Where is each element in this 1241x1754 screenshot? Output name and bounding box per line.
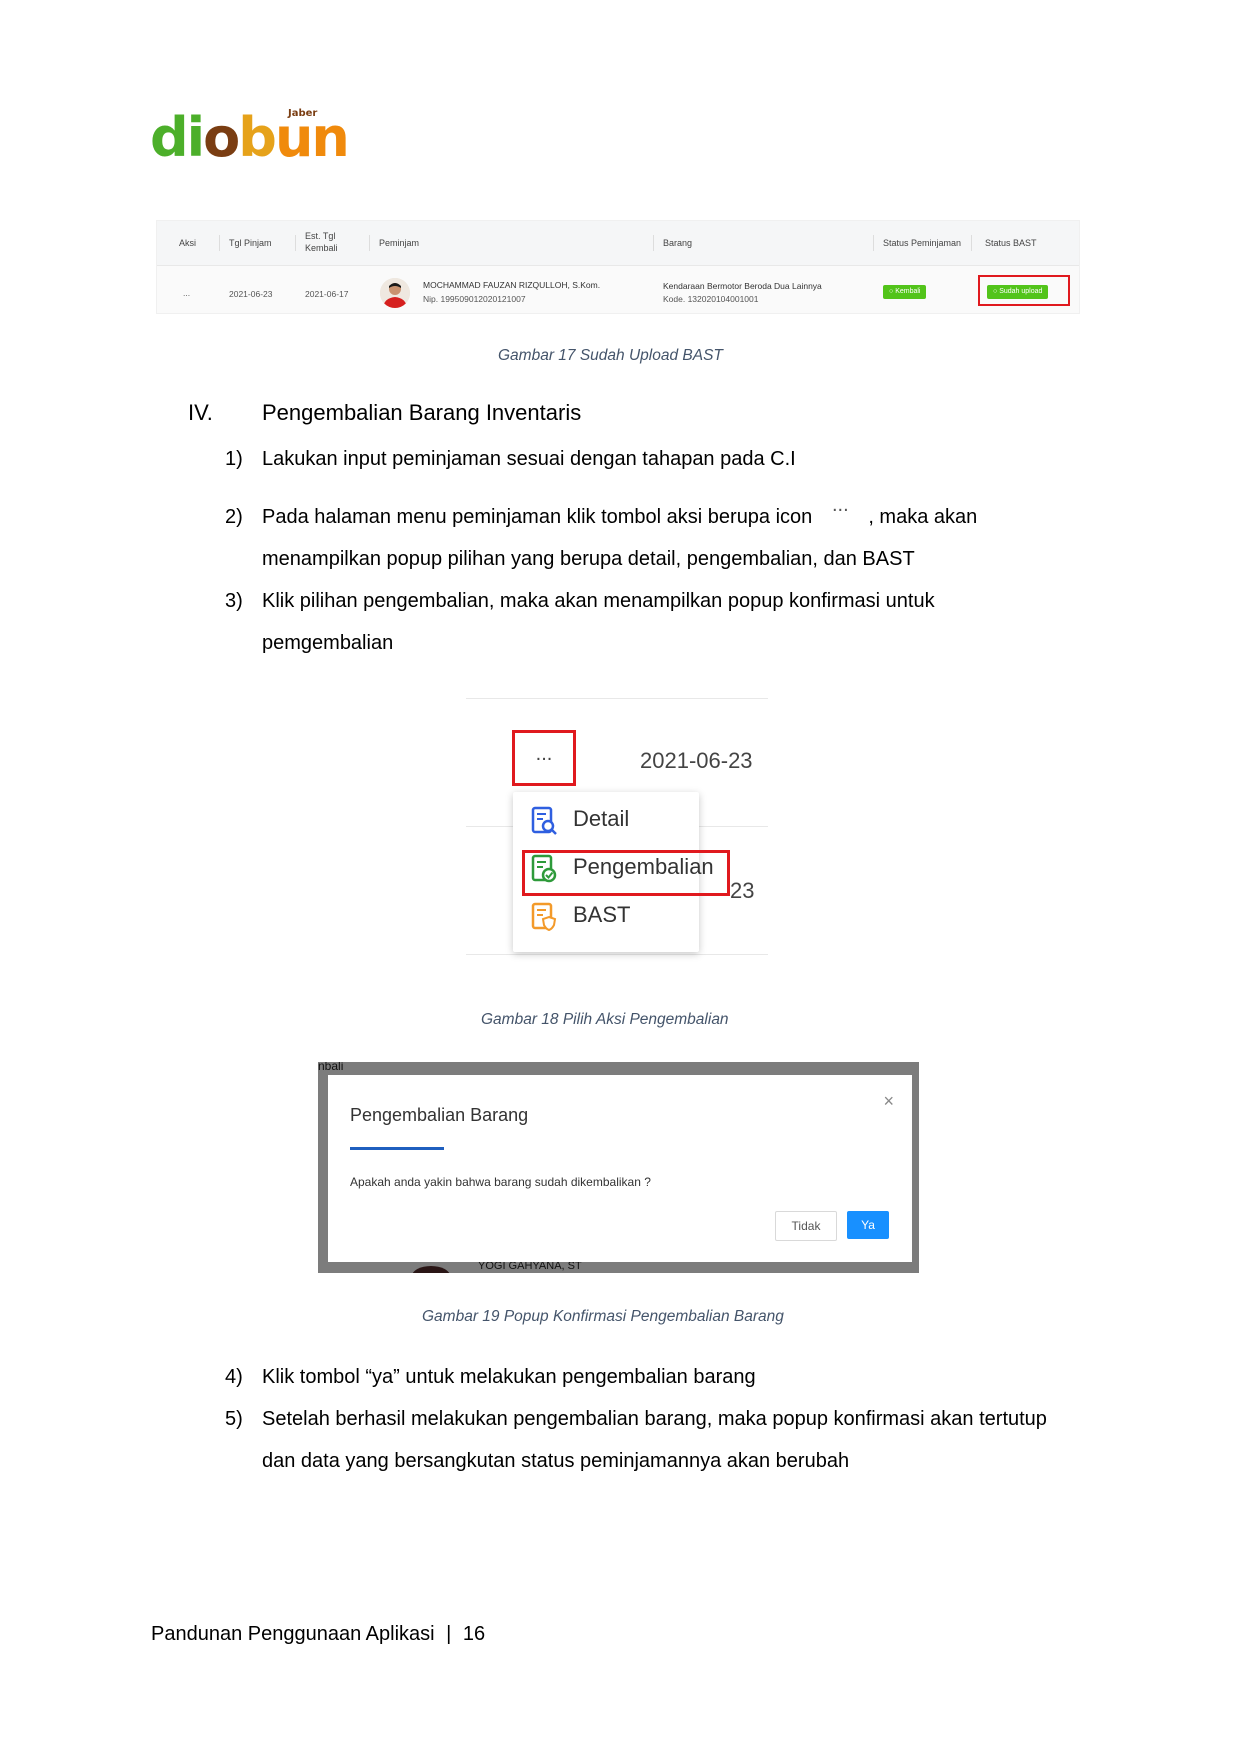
cell-date: 2021-06-23	[640, 748, 753, 773]
figure-19-confirm-popup: nbali YOGI GAHYANA, ST × Pengembalian Ba…	[318, 1062, 919, 1273]
footer-title: Pandunan Penggunaan Aplikasi	[151, 1623, 435, 1645]
column-divider	[971, 235, 972, 251]
logo-tag: Jaber	[288, 108, 318, 119]
column-divider	[295, 235, 296, 251]
logo-letter: d	[150, 106, 189, 169]
step-text: dan data yang bersangkutan status peminj…	[262, 1450, 850, 1472]
figure-17-caption: Gambar 17 Sudah Upload BAST	[498, 347, 723, 364]
column-divider	[369, 235, 370, 251]
step-text: Lakukan input peminjaman sesuai dengan t…	[262, 448, 796, 470]
avatar	[412, 1266, 450, 1273]
logo-letter: b	[238, 106, 277, 169]
app-logo: diobun Jaber	[150, 106, 350, 169]
page-number: 16	[462, 1623, 486, 1645]
step-number: 1)	[225, 448, 243, 470]
step-text: Setelah berhasil melakukan pengembalian …	[262, 1408, 1047, 1430]
modal-title: Pengembalian Barang	[350, 1105, 529, 1125]
section-title: Pengembalian Barang Inventaris	[262, 400, 582, 425]
cancel-button[interactable]: Tidak	[775, 1211, 837, 1241]
cell-peminjam-nip: Nip. 199509012020121007	[423, 294, 526, 304]
footer-separator: |	[446, 1623, 452, 1645]
title-underline	[350, 1147, 444, 1150]
th-est-tgl-kembali: Est. Tgl Kembali	[305, 231, 338, 253]
cell-est-tgl-kembali: 2021-06-17	[305, 289, 349, 299]
more-icon: ...	[535, 743, 553, 765]
confirm-button[interactable]: Ya	[847, 1211, 889, 1239]
step-text: menampilkan popup pilihan yang berupa de…	[262, 548, 915, 570]
divider	[466, 954, 768, 955]
highlight-box	[522, 850, 730, 896]
th-status-bast: Status BAST	[985, 238, 1037, 248]
row-action-icon[interactable]: ...	[183, 287, 190, 299]
step-number: 5)	[225, 1408, 243, 1430]
cell-barang-name: Kendaraan Bermotor Beroda Dua Lainnya	[663, 281, 822, 291]
figure-19-caption: Gambar 19 Popup Konfirmasi Pengembalian …	[422, 1308, 784, 1325]
step-text: pemgembalian	[262, 632, 394, 654]
section-number: IV.	[188, 400, 213, 425]
step-number: 2)	[225, 506, 243, 528]
th-tgl-pinjam: Tgl Pinjam	[229, 238, 272, 248]
close-icon[interactable]: ×	[883, 1091, 894, 1112]
th-barang: Barang	[663, 238, 693, 248]
background-text-fragment: nbali	[318, 1062, 344, 1073]
avatar	[380, 278, 410, 308]
status-badge: ○ Kembali	[883, 285, 927, 299]
cell-peminjam-name: MOCHAMMAD FAUZAN RIZQULLOH, S.Kom.	[423, 280, 601, 290]
action-button[interactable]: ...	[512, 730, 576, 786]
step-text: Klik tombol “ya” untuk melakukan pengemb…	[262, 1366, 756, 1388]
menu-item-label: BAST	[573, 902, 631, 927]
th-status-peminjaman: Status Peminjaman	[883, 238, 962, 248]
column-divider	[219, 235, 220, 251]
bast-icon	[531, 902, 557, 932]
highlight-box	[978, 275, 1070, 306]
cell-tgl-pinjam: 2021-06-23	[229, 289, 273, 299]
detail-icon	[531, 806, 557, 835]
figure-18-action-menu: ... 2021-06-23 23 Detail Pengembalian BA…	[466, 688, 768, 973]
step-text: Pada halaman menu peminjaman klik tombol…	[262, 494, 978, 538]
confirm-modal: × Pengembalian Barang Apakah anda yakin …	[328, 1075, 912, 1262]
logo-letter: i	[186, 106, 205, 169]
step-text-part: Pada halaman menu peminjaman klik tombol…	[262, 506, 813, 528]
divider	[466, 698, 768, 699]
step-number: 3)	[225, 590, 243, 612]
logo-letter: o	[203, 106, 240, 169]
figure-18-caption: Gambar 18 Pilih Aksi Pengembalian	[481, 1011, 729, 1028]
column-divider	[653, 235, 654, 251]
step-number: 4)	[225, 1366, 243, 1388]
table-header: Aksi Tgl Pinjam Est. Tgl Kembali Peminja…	[157, 221, 1079, 266]
figure-17-table: Aksi Tgl Pinjam Est. Tgl Kembali Peminja…	[156, 220, 1080, 314]
modal-message: Apakah anda yakin bahwa barang sudah dik…	[350, 1175, 651, 1189]
th-aksi: Aksi	[179, 238, 197, 248]
page-footer: Pandunan Penggunaan Aplikasi | 16	[151, 1623, 485, 1646]
step-text: Klik pilihan pengembalian, maka akan men…	[262, 590, 935, 612]
status-badge-label: Kembali	[895, 288, 921, 295]
cell-barang-kode: Kode. 132020104001001	[663, 294, 759, 304]
menu-item-label: Detail	[573, 806, 630, 831]
th-peminjam: Peminjam	[379, 238, 420, 248]
step-text-part: , maka akan	[868, 506, 978, 528]
more-icon: ...	[831, 494, 849, 516]
column-divider	[873, 235, 874, 251]
cell-date-fragment: 23	[730, 878, 755, 903]
